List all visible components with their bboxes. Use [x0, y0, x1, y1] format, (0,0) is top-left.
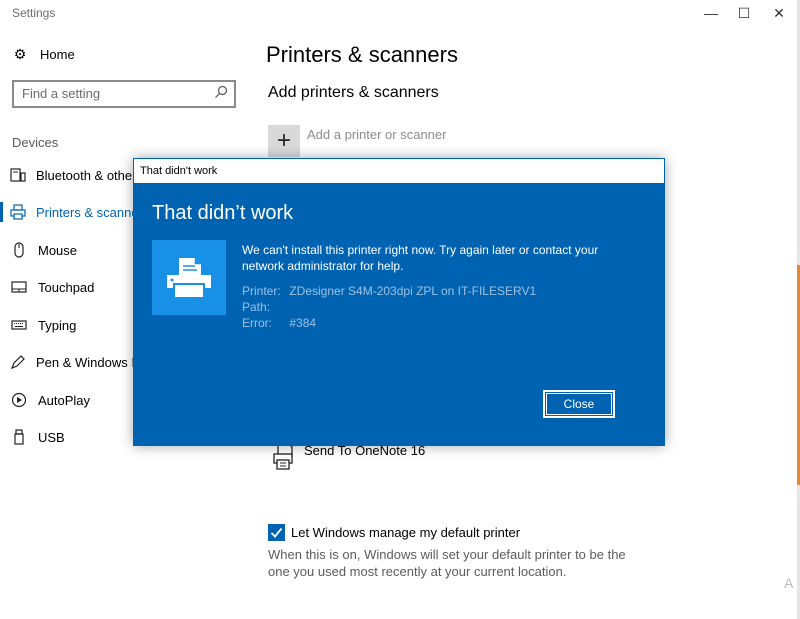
sidebar-item-bluetooth[interactable]: Bluetooth & other devices: [0, 157, 134, 193]
maximize-button[interactable]: ☐: [727, 0, 761, 26]
add-printer-label[interactable]: Add a printer or scanner: [307, 127, 446, 142]
add-printer-button[interactable]: +: [268, 125, 300, 157]
detail-value: ZDesigner S4M-203dpi ZPL on IT-FILESERV1: [289, 284, 537, 298]
dialog-printer-tile: [152, 240, 226, 315]
path-detail: Path:: [242, 300, 286, 314]
sidebar-item-label: Bluetooth & other devices: [36, 167, 134, 183]
add-section-title: Add printers & scanners: [268, 84, 439, 101]
dialog-heading: That didn’t work: [152, 202, 294, 224]
printer-icon: [10, 204, 26, 220]
printer-detail: Printer: ZDesigner S4M-203dpi ZPL on IT-…: [242, 284, 536, 298]
page-title: Printers & scanners: [266, 42, 458, 67]
sidebar-item-label: Pen & Windows Ink: [36, 354, 134, 370]
default-printer-checkbox[interactable]: [268, 524, 285, 541]
touchpad-icon: [10, 279, 28, 295]
dialog-message: We can't install this printer right now.…: [242, 243, 599, 273]
printer-icon: [167, 257, 211, 299]
dialog-bar-title: That didn't work: [140, 165, 218, 177]
sidebar-home[interactable]: ⚙ Home: [12, 46, 75, 63]
autoplay-icon: [10, 392, 28, 408]
gear-icon: ⚙: [13, 46, 27, 62]
search-input[interactable]: Find a setting: [12, 80, 236, 108]
error-detail: Error: #384: [242, 316, 316, 330]
minimize-button[interactable]: —: [694, 0, 728, 26]
error-dialog: That didn't work That didn’t work We can…: [133, 158, 665, 446]
keyboard-icon: [10, 317, 28, 333]
close-button[interactable]: Close: [543, 390, 615, 418]
window-title: Settings: [12, 6, 56, 20]
detail-key: Path:: [242, 300, 271, 314]
search-placeholder: Find a setting: [22, 86, 101, 101]
search-icon: [215, 85, 228, 98]
bluetooth-devices-icon: [10, 167, 26, 183]
dialog-body: That didn’t work We can't install this p…: [133, 184, 665, 446]
sidebar-item-typing[interactable]: Typing: [0, 307, 134, 343]
sidebar-item-label: USB: [38, 429, 65, 445]
sidebar-item-label: Mouse: [38, 242, 78, 258]
sidebar-item-usb[interactable]: USB: [0, 419, 134, 455]
home-label: Home: [40, 47, 75, 62]
detail-key: Printer:: [242, 284, 281, 298]
section-header-devices: Devices: [12, 135, 59, 150]
close-window-button[interactable]: ✕: [762, 0, 796, 26]
checkmark-icon: [270, 527, 283, 538]
default-printer-description: When this is on, Windows will set your d…: [268, 547, 626, 579]
printer-device-icon: [273, 442, 293, 470]
usb-icon: [10, 429, 28, 445]
sidebar-item-autoplay[interactable]: AutoPlay: [0, 382, 134, 418]
sidebar-item-label: Touchpad: [38, 279, 95, 295]
sidebar-item-label: AutoPlay: [38, 392, 91, 408]
sidebar-item-printers[interactable]: Printers & scanners: [0, 194, 134, 230]
default-printer-label[interactable]: Let Windows manage my default printer: [291, 525, 520, 540]
detail-key: Error:: [242, 316, 272, 330]
dialog-title-bar[interactable]: That didn't work: [133, 158, 665, 184]
sidebar-item-label: Printers & scanners: [36, 204, 134, 220]
pen-icon: [10, 354, 26, 370]
mouse-icon: [10, 242, 28, 258]
detail-value: #384: [289, 316, 317, 330]
sidebar-item-touchpad[interactable]: Touchpad: [0, 269, 134, 305]
sidebar-item-mouse[interactable]: Mouse: [0, 232, 134, 268]
sidebar-item-label: Typing: [38, 317, 77, 333]
clipped-text: A: [784, 575, 794, 591]
sidebar-item-pen[interactable]: Pen & Windows Ink: [0, 344, 134, 380]
